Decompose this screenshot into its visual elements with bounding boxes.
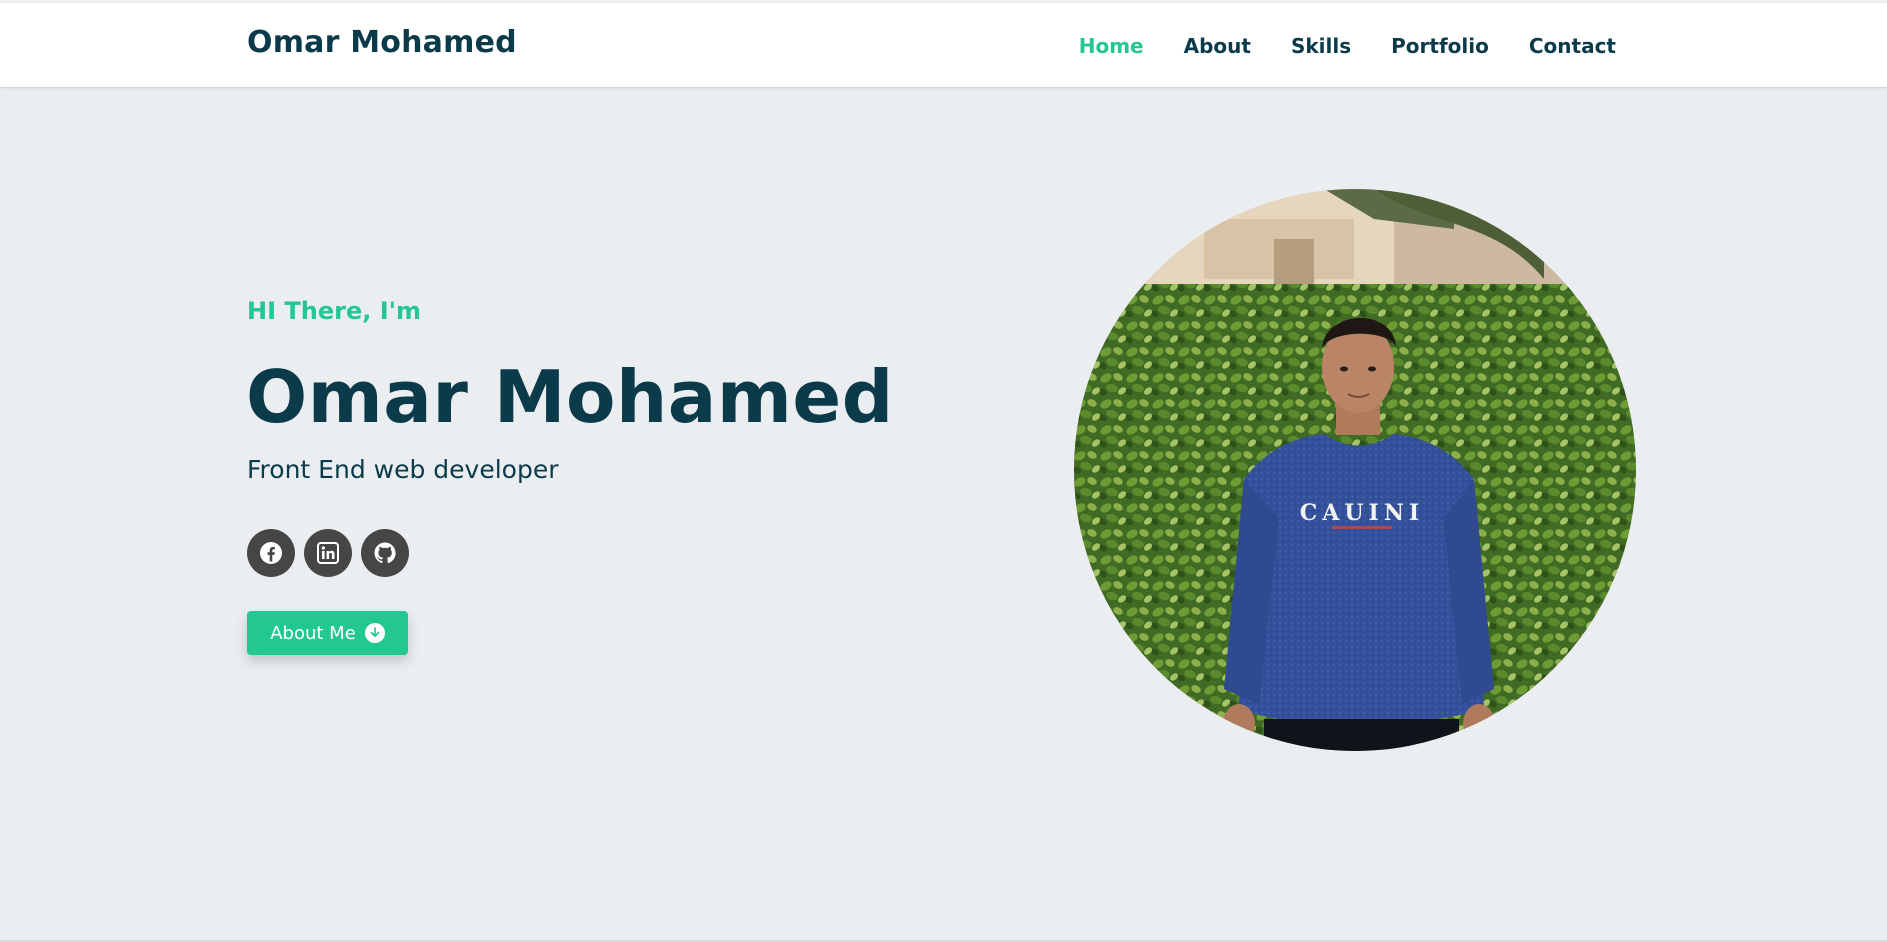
main-nav: Home About Skills Portfolio Contact bbox=[1039, 34, 1616, 58]
about-me-button[interactable]: About Me bbox=[247, 611, 408, 655]
profile-photo: CAUINI bbox=[1074, 189, 1636, 751]
top-navbar: Omar Mohamed Home About Skills Portfolio… bbox=[0, 3, 1887, 87]
hero-name: Omar Mohamed bbox=[246, 355, 894, 439]
brand-logo[interactable]: Omar Mohamed bbox=[247, 25, 517, 60]
nav-about[interactable]: About bbox=[1184, 34, 1251, 58]
social-links bbox=[247, 529, 409, 577]
linkedin-icon bbox=[317, 542, 339, 564]
hero-role: Front End web developer bbox=[247, 455, 559, 484]
nav-portfolio[interactable]: Portfolio bbox=[1391, 34, 1489, 58]
about-me-label: About Me bbox=[270, 622, 356, 644]
arrow-down-circle-icon bbox=[364, 623, 385, 643]
nav-contact[interactable]: Contact bbox=[1529, 34, 1616, 58]
facebook-link[interactable] bbox=[247, 529, 295, 577]
sweater-text: CAUINI bbox=[1300, 500, 1424, 526]
github-link[interactable] bbox=[361, 529, 409, 577]
facebook-icon bbox=[260, 542, 282, 564]
nav-home[interactable]: Home bbox=[1079, 34, 1144, 58]
nav-skills[interactable]: Skills bbox=[1291, 34, 1351, 58]
hero-greeting: HI There, I'm bbox=[247, 297, 421, 325]
linkedin-link[interactable] bbox=[304, 529, 352, 577]
github-icon bbox=[374, 542, 396, 564]
page: Omar Mohamed Home About Skills Portfolio… bbox=[0, 0, 1887, 942]
